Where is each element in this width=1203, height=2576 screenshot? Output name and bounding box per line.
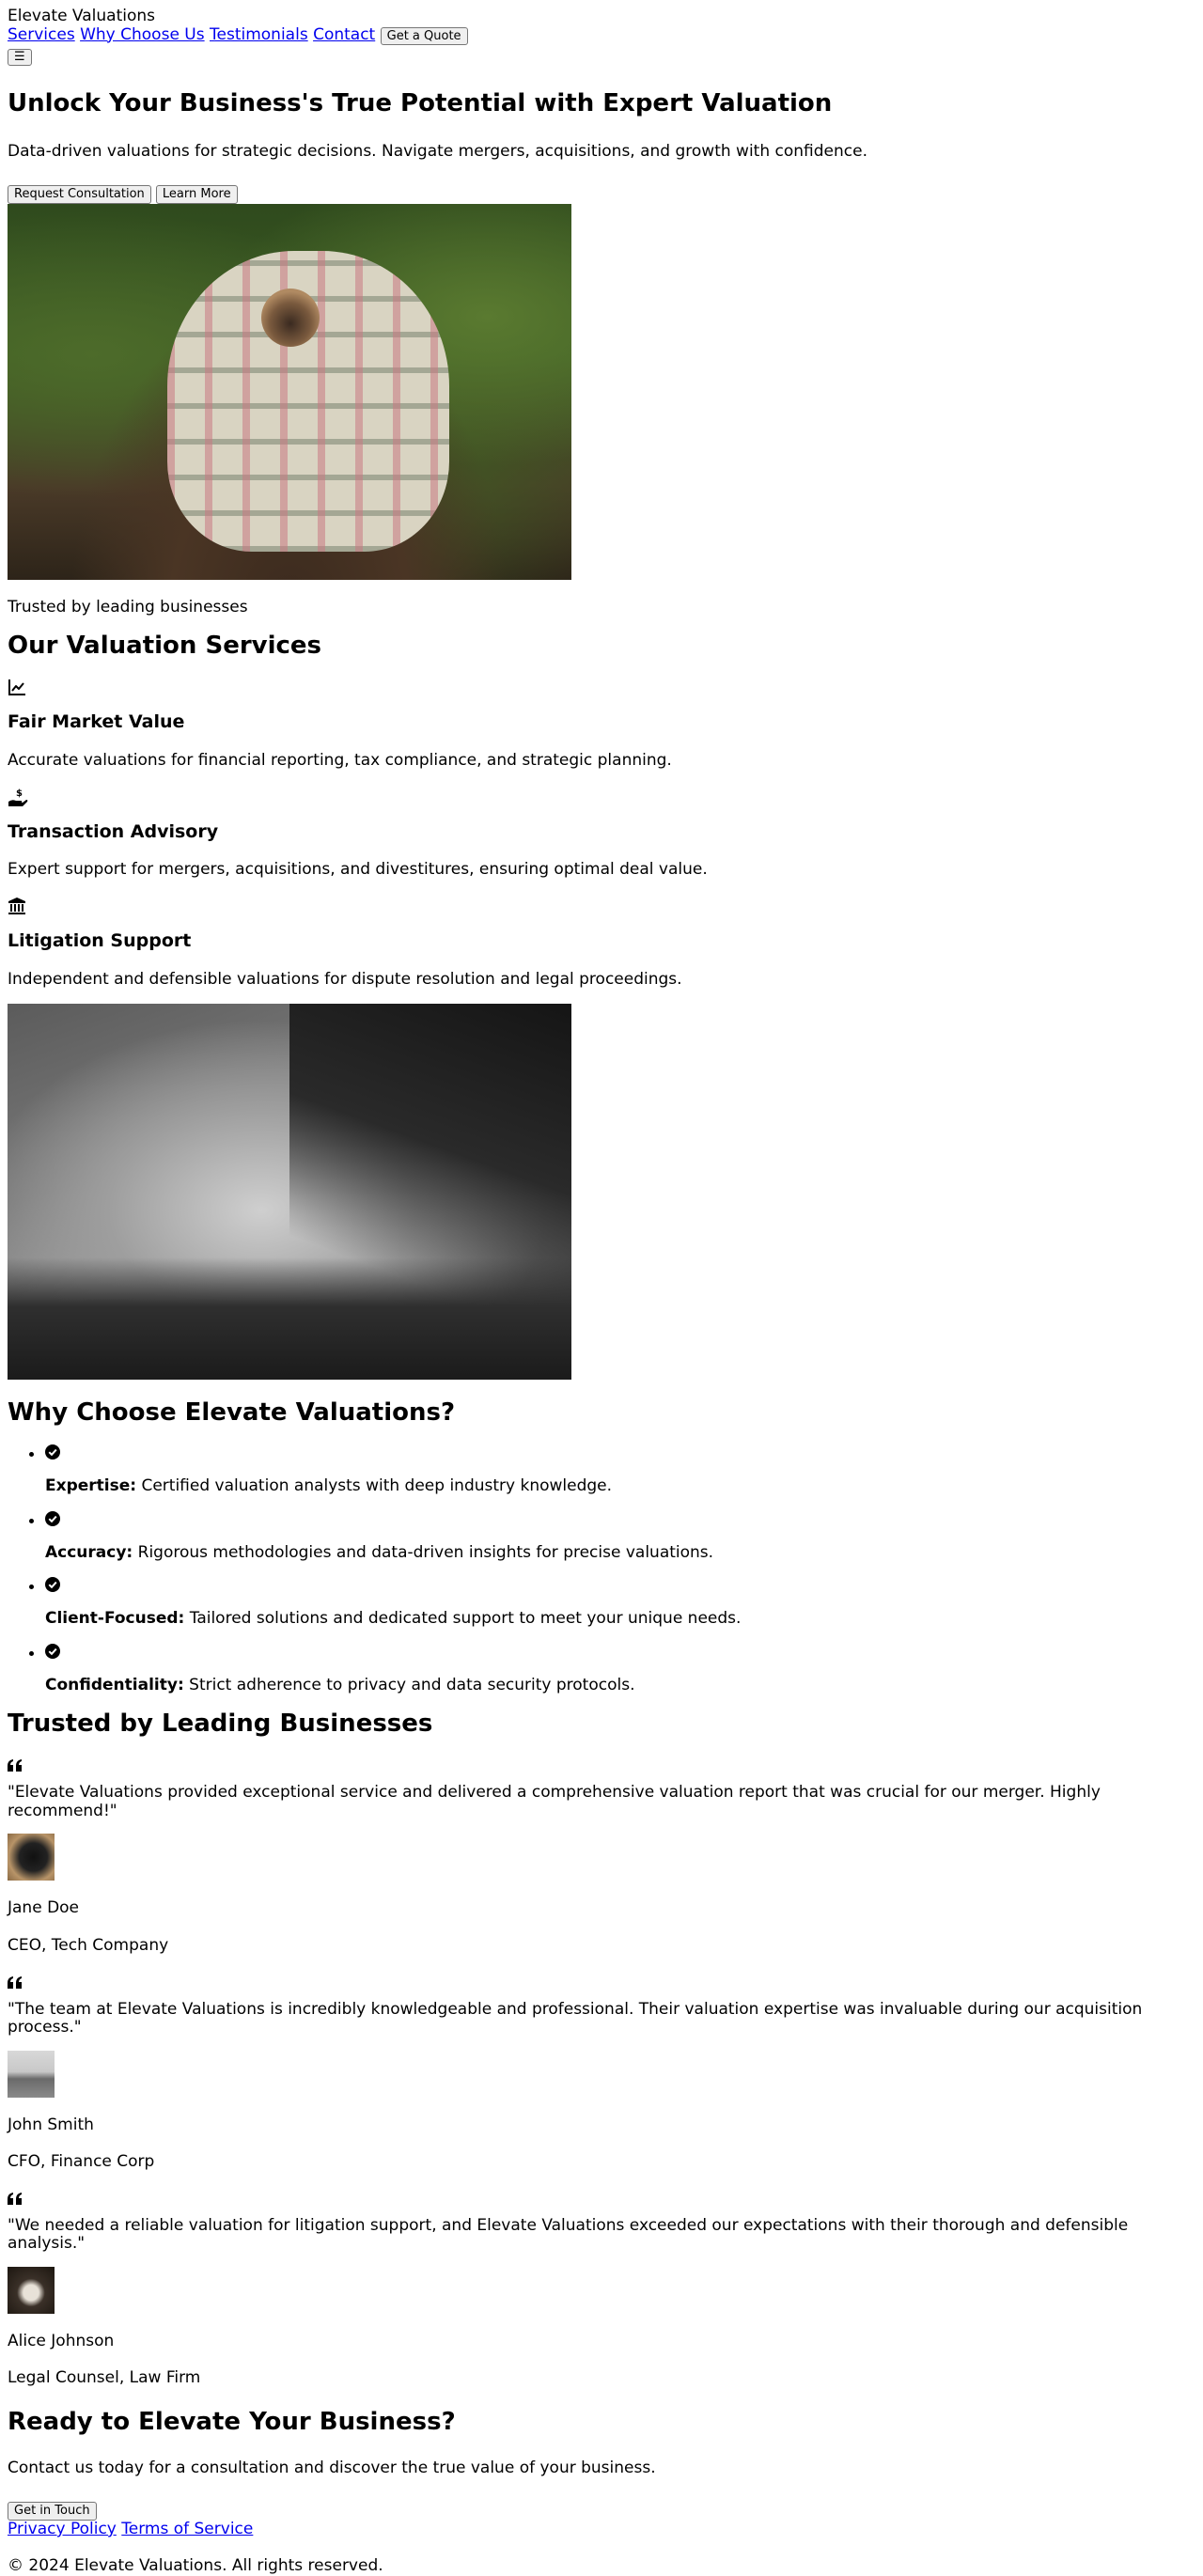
list-item: Confidentiality: Strict adherence to pri… bbox=[45, 1643, 1195, 1695]
service-title-fair-market-value: Fair Market Value bbox=[8, 711, 185, 733]
why-label-accuracy: Accuracy: bbox=[45, 1542, 133, 1562]
list-item: Accuracy: Rigorous methodologies and dat… bbox=[45, 1510, 1195, 1563]
quote-left-icon bbox=[8, 1975, 1195, 1991]
why-text-accuracy: Rigorous methodologies and data-driven i… bbox=[133, 1542, 714, 1562]
hero-image-pug-in-blanket bbox=[8, 203, 571, 580]
nav-link-testimonials[interactable]: Testimonials bbox=[210, 25, 308, 44]
avatar-jane-doe bbox=[8, 1834, 55, 1881]
why-choose-title: Why Choose Elevate Valuations? bbox=[8, 1398, 456, 1428]
check-circle-icon bbox=[45, 1510, 1195, 1530]
service-title-transaction-advisory: Transaction Advisory bbox=[8, 820, 219, 842]
learn-more-button[interactable]: Learn More bbox=[155, 185, 238, 204]
pug-face-shape bbox=[261, 288, 320, 347]
trusted-note: Trusted by leading businesses bbox=[8, 597, 248, 617]
services-title: Our Valuation Services bbox=[8, 632, 322, 661]
page: Elevate Valuations Services Why Choose U… bbox=[0, 0, 1203, 2576]
get-a-quote-button[interactable]: Get a Quote bbox=[380, 26, 468, 46]
hero-buttons: Request Consultation Learn More bbox=[8, 184, 1195, 204]
testimonial-name-2: John Smith bbox=[8, 2115, 94, 2134]
request-consultation-button[interactable]: Request Consultation bbox=[8, 185, 151, 204]
hand-holding-dollar-icon: $ bbox=[8, 788, 1195, 806]
list-item: Client-Focused: Tailored solutions and d… bbox=[45, 1577, 1195, 1629]
why-text-confidentiality: Strict adherence to privacy and data sec… bbox=[183, 1675, 635, 1694]
terms-of-service-link[interactable]: Terms of Service bbox=[121, 2520, 253, 2538]
check-circle-icon bbox=[45, 1577, 1195, 1596]
nav-link-why-choose-us[interactable]: Why Choose Us bbox=[80, 25, 205, 44]
why-label-client-focused: Client-Focused: bbox=[45, 1609, 185, 1629]
why-text-expertise: Certified valuation analysts with deep i… bbox=[136, 1476, 613, 1496]
why-label-confidentiality: Confidentiality: bbox=[45, 1675, 184, 1694]
brand-logo-text[interactable]: Elevate Valuations bbox=[8, 0, 1195, 26]
cta-title: Ready to Elevate Your Business? bbox=[8, 2407, 456, 2436]
service-title-litigation-support: Litigation Support bbox=[8, 929, 192, 951]
avatar-alice-johnson bbox=[8, 2266, 55, 2314]
main-nav: Services Why Choose Us Testimonials Cont… bbox=[8, 25, 1195, 46]
nav-link-contact[interactable]: Contact bbox=[313, 25, 375, 44]
hero-subtitle: Data-driven valuations for strategic dec… bbox=[8, 141, 867, 161]
privacy-policy-link[interactable]: Privacy Policy bbox=[8, 2520, 117, 2538]
copyright-text: © 2024 Elevate Valuations. All rights re… bbox=[8, 2556, 383, 2576]
testimonial-name-1: Jane Doe bbox=[8, 1898, 80, 1918]
nav-link-services[interactable]: Services bbox=[8, 25, 75, 44]
testimonial-role-1: CEO, Tech Company bbox=[8, 1935, 169, 1955]
service-desc-transaction-advisory: Expert support for mergers, acquisitions… bbox=[8, 860, 708, 880]
testimonial-quote-3: "We needed a reliable valuation for liti… bbox=[8, 2215, 1129, 2254]
avatar-john-smith bbox=[8, 2050, 55, 2098]
why-choose-list: Expertise: Certified valuation analysts … bbox=[8, 1444, 1195, 1694]
check-circle-icon bbox=[45, 1444, 1195, 1463]
footer-links: Privacy Policy Terms of Service bbox=[8, 2520, 1195, 2539]
testimonial-quote-2: "The team at Elevate Valuations is incre… bbox=[8, 1999, 1143, 2037]
chart-line-icon bbox=[8, 678, 1195, 696]
check-circle-icon bbox=[45, 1643, 1195, 1663]
testimonials-title: Trusted by Leading Businesses bbox=[8, 1710, 433, 1739]
landmark-icon bbox=[8, 897, 1195, 915]
menu-toggle-button[interactable]: ☰ bbox=[8, 49, 32, 66]
get-in-touch-button[interactable]: Get in Touch bbox=[8, 2502, 97, 2521]
quote-left-icon bbox=[8, 2192, 1195, 2207]
hero-title: Unlock Your Business's True Potential wi… bbox=[8, 88, 833, 117]
testimonial-role-2: CFO, Finance Corp bbox=[8, 2152, 155, 2172]
why-label-expertise: Expertise: bbox=[45, 1476, 137, 1496]
misty-forest-image bbox=[8, 1004, 571, 1381]
service-desc-litigation-support: Independent and defensible valuations fo… bbox=[8, 969, 682, 989]
testimonial-role-3: Legal Counsel, Law Firm bbox=[8, 2368, 201, 2388]
list-item: Expertise: Certified valuation analysts … bbox=[45, 1444, 1195, 1496]
testimonial-quote-1: "Elevate Valuations provided exceptional… bbox=[8, 1783, 1101, 1820]
forest-floor-shape bbox=[8, 1257, 571, 1381]
quote-left-icon bbox=[8, 1759, 1195, 1773]
why-text-client-focused: Tailored solutions and dedicated support… bbox=[184, 1609, 742, 1629]
svg-text:$: $ bbox=[16, 788, 23, 799]
testimonial-name-3: Alice Johnson bbox=[8, 2331, 115, 2350]
service-desc-fair-market-value: Accurate valuations for financial report… bbox=[8, 751, 672, 771]
cta-text: Contact us today for a consultation and … bbox=[8, 2458, 656, 2477]
